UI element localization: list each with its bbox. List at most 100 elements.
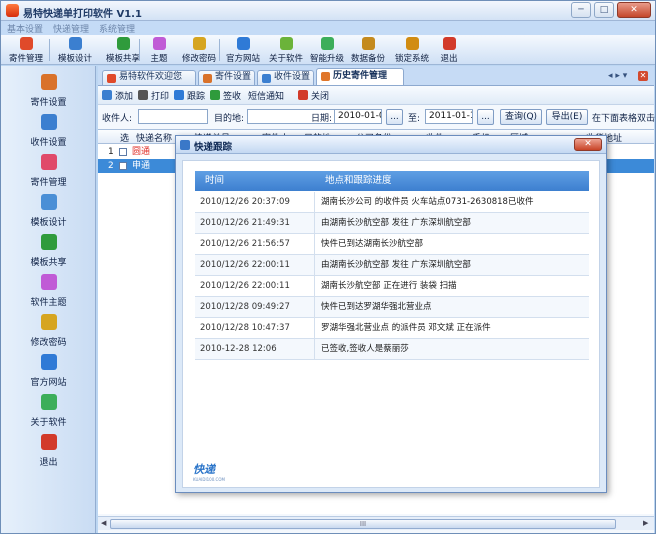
add-button[interactable]: 添加 [102, 89, 133, 102]
menu-system-manage[interactable]: 系统管理 [99, 22, 135, 35]
shipping-settings-icon [40, 74, 57, 90]
sidebar-item-official-site[interactable]: 官方网站 [1, 354, 96, 394]
date-from-input[interactable]: 2010-01-01 [334, 109, 382, 124]
col-select: 选 [120, 134, 130, 144]
upgrade-icon [320, 37, 334, 50]
date-label: 日期: [311, 114, 333, 124]
tab-receive-settings[interactable]: 收件设置 [257, 70, 314, 85]
welcome-icon [107, 74, 116, 83]
receiver-input[interactable] [138, 109, 208, 124]
sidebar-item-exit[interactable]: 退出 [1, 434, 96, 474]
tracking-row: 2010/12/26 22:00:11 由湖南长沙航空部 发往 广东深圳航空部 [195, 255, 589, 276]
date-to-input[interactable]: 2011-01-19 [425, 109, 473, 124]
sidebar-item-template-design[interactable]: 模板设计 [1, 194, 96, 234]
tool-change-password[interactable]: 修改密码 [177, 37, 221, 64]
sidebar-item-about[interactable]: 关于软件 [1, 394, 96, 434]
sign-button[interactable]: 签收 [210, 89, 241, 102]
tool-data-backup[interactable]: 数据备份 [348, 37, 388, 64]
tracking-time: 2010/12/28 09:49:27 [200, 302, 290, 312]
scroll-right-icon[interactable]: ▶ [643, 519, 648, 527]
sidebar-item-label: 关于软件 [30, 418, 67, 428]
tracking-dialog: 快递跟踪 ✕ 时间 地点和跟踪进度 快递 KUAIDI100.COM 2010/… [175, 135, 607, 493]
header-time: 时间 [205, 175, 225, 186]
dialog-close-button[interactable]: ✕ [574, 138, 602, 151]
sidebar-item-label: 模板设计 [30, 218, 67, 228]
toolbar-label: 数据备份 [350, 54, 385, 64]
tracking-row: 2010/12/28 10:47:37 罗湖华强北营业点 的派件员 邓文斌 正在派… [195, 318, 589, 339]
tool-about[interactable]: 关于软件 [266, 37, 306, 64]
tracking-header: 时间 地点和跟踪进度 [195, 171, 589, 191]
dialog-body: 时间 地点和跟踪进度 快递 KUAIDI100.COM 2010/12/26 2… [182, 160, 600, 488]
scroll-thumb[interactable]: III [110, 519, 616, 529]
tracking-time: 2010/12/26 21:56:57 [200, 239, 290, 249]
print-label: 打印 [151, 92, 170, 102]
template-design-icon [40, 194, 57, 210]
tab-label: 易特软件欢迎您 [119, 72, 183, 82]
tab-history-shipping[interactable]: 历史寄件管理 [316, 68, 404, 85]
close-icon [298, 90, 308, 100]
sidebar-item-theme[interactable]: 软件主题 [1, 274, 96, 314]
track-button[interactable]: 跟踪 [174, 89, 205, 102]
template-icon [68, 37, 82, 50]
horizontal-scrollbar[interactable]: ◀ III ▶ [98, 516, 654, 530]
minimize-button[interactable]: ─ [571, 2, 591, 18]
tracking-row: 2010-12-28 12:06 已签收,签收人是蔡丽莎 [195, 339, 589, 360]
sign-icon [210, 90, 220, 100]
sidebar-item-label: 修改密码 [30, 338, 67, 348]
row-checkbox[interactable] [119, 148, 127, 156]
tool-smart-upgrade[interactable]: 智能升级 [307, 37, 347, 64]
menu-basic-settings[interactable]: 基本设置 [7, 22, 43, 35]
date-to-picker-button[interactable]: ... [477, 109, 494, 125]
template-share-icon [40, 234, 57, 250]
export-button[interactable]: 导出(E) [546, 109, 588, 125]
tracking-row: 2010/12/26 20:37:09 湖南长沙公司 的收件员 火车站点0731-… [195, 192, 589, 213]
sidebar-item-change-password[interactable]: 修改密码 [1, 314, 96, 354]
row-checkbox[interactable] [119, 162, 127, 170]
sidebar-item-label: 模板共享 [30, 258, 67, 268]
window-title: 易特快递单打印软件 V1.1 [23, 9, 142, 20]
col-courier: 快递名称 [136, 134, 173, 144]
toolbar-separator [49, 39, 50, 61]
sidebar-item-label: 软件主题 [30, 298, 67, 308]
sidebar-item-template-share[interactable]: 模板共享 [1, 234, 96, 274]
toolbar-label: 修改密码 [181, 54, 216, 64]
tool-theme[interactable]: 主题 [145, 37, 173, 64]
kuaidi100-logo: 快递 KUAIDI100.COM [193, 461, 237, 483]
tool-exit[interactable]: 退出 [437, 37, 461, 64]
tool-template-design[interactable]: 模板设计 [53, 37, 97, 64]
menu-express-manage[interactable]: 快递管理 [53, 22, 89, 35]
tool-official-site[interactable]: 官方网站 [223, 37, 263, 64]
scroll-left-icon[interactable]: ◀ [101, 519, 106, 527]
tab-close-button[interactable]: ✕ [638, 71, 648, 81]
tool-lock-system[interactable]: 锁定系统 [392, 37, 432, 64]
sms-label: 短信通知 [248, 92, 285, 102]
sidebar-item-shipping-settings[interactable]: 寄件设置 [1, 74, 96, 114]
sms-notify-button[interactable]: 短信通知 [248, 89, 284, 102]
toolbar-label: 模板设计 [57, 54, 92, 64]
sidebar-item-shipping-manage[interactable]: 寄件管理 [1, 154, 96, 194]
about-icon [279, 37, 293, 50]
print-button[interactable]: 打印 [138, 89, 169, 102]
tab-scroll-arrows[interactable]: ◂ ▸ ▾ [608, 71, 627, 81]
maximize-button[interactable]: □ [594, 2, 614, 18]
logo-subtext: KUAIDI100.COM [193, 477, 225, 482]
toolbar-label: 关于软件 [268, 54, 303, 64]
tab-shipping-settings[interactable]: 寄件设置 [198, 70, 255, 85]
date-from-picker-button[interactable]: ... [386, 109, 403, 125]
sidebar-item-label: 官方网站 [30, 378, 67, 388]
tracking-time: 2010/12/26 21:49:31 [200, 218, 290, 228]
sidebar-item-receive-settings[interactable]: 收件设置 [1, 114, 96, 154]
tab-label: 收件设置 [274, 72, 311, 82]
tracking-time: 2010-12-28 12:06 [200, 344, 277, 354]
receive-settings-icon [262, 74, 271, 83]
close-button[interactable]: ✕ [617, 2, 651, 18]
close-page-button[interactable]: 关闭 [298, 89, 329, 102]
tab-label: 历史寄件管理 [333, 71, 388, 81]
tab-welcome[interactable]: 易特软件欢迎您 [102, 70, 196, 85]
tool-shipping-manage[interactable]: 寄件管理 [4, 37, 48, 64]
column-divider [314, 276, 315, 296]
tracking-row: 2010/12/26 21:56:57 快件已到达湖南长沙航空部 [195, 234, 589, 255]
logo-text: 快递 [193, 463, 215, 476]
query-button[interactable]: 查询(Q) [500, 109, 542, 125]
sidebar-item-label: 退出 [39, 458, 58, 468]
